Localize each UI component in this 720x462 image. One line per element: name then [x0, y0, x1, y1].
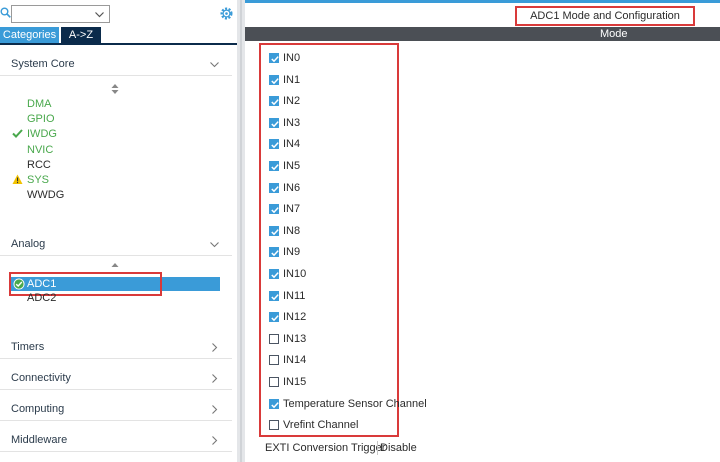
- chevron-right-icon: [212, 343, 218, 352]
- sidebar-item-wwdg[interactable]: WWDG: [27, 188, 64, 202]
- channel-label: IN13: [283, 332, 307, 345]
- search-icon[interactable]: [0, 7, 11, 18]
- checkbox-checked[interactable]: [269, 161, 279, 171]
- category-middleware[interactable]: Middleware: [0, 430, 232, 452]
- highlight-box: [259, 43, 399, 437]
- chevron-down-icon: [210, 242, 219, 248]
- checkbox-checked[interactable]: [269, 398, 279, 409]
- channel-label: IN12: [283, 311, 307, 324]
- chevron-down-icon[interactable]: [94, 9, 105, 20]
- channel-label: IN1: [283, 73, 301, 86]
- exti-trigger-select[interactable]: Disable: [377, 441, 720, 455]
- chevron-right-icon: [212, 436, 218, 445]
- channel-label: IN11: [283, 289, 306, 302]
- checkbox-unchecked[interactable]: [269, 355, 279, 366]
- category-label: Middleware: [11, 434, 68, 446]
- category-system-core[interactable]: System Core: [0, 54, 232, 76]
- splitter-line: [240, 0, 242, 462]
- checkbox-checked[interactable]: [269, 53, 279, 63]
- category-analog[interactable]: Analog: [0, 234, 232, 256]
- panel-splitter[interactable]: [237, 0, 245, 462]
- channel-label: IN8: [283, 224, 301, 237]
- sidebar-item-iwdg[interactable]: IWDG: [27, 127, 57, 141]
- checkbox-unchecked[interactable]: [269, 420, 279, 431]
- category-tabs: Categories A->Z: [0, 27, 237, 45]
- sort-icon[interactable]: [111, 84, 119, 94]
- mode-label: Mode: [600, 28, 628, 40]
- config-panel: ADC1 Mode and Configuration Mode IN0 IN1 I…: [245, 0, 720, 462]
- channel-label: IN7: [283, 203, 301, 216]
- checkbox-checked[interactable]: [269, 290, 279, 301]
- sidebar-item-dma[interactable]: DMA: [27, 97, 51, 111]
- checkbox-checked[interactable]: [269, 74, 279, 85]
- category-label: Connectivity: [11, 372, 71, 384]
- checkbox-unchecked[interactable]: [269, 377, 279, 387]
- channel-label: IN2: [283, 95, 301, 108]
- channel-label: Temperature Sensor Channel: [283, 397, 427, 410]
- checkbox-checked[interactable]: [269, 247, 279, 258]
- category-timers[interactable]: Timers: [0, 337, 232, 359]
- search-input[interactable]: [11, 5, 110, 23]
- gear-icon[interactable]: [219, 6, 234, 21]
- category-label: Timers: [11, 341, 45, 353]
- sidebar-item-adc2[interactable]: ADC2: [27, 292, 56, 304]
- checkbox-checked[interactable]: [269, 117, 279, 128]
- panel-title: ADC1 Mode and Configuration: [515, 6, 695, 26]
- checkbox-checked[interactable]: [269, 96, 279, 107]
- sidebar-item-gpio[interactable]: GPIO: [27, 112, 55, 126]
- category-computing[interactable]: Computing: [0, 399, 232, 421]
- checkbox-checked[interactable]: [269, 269, 279, 279]
- mode-section-header[interactable]: Mode: [245, 27, 720, 41]
- search-bar: [0, 0, 237, 27]
- chevron-right-icon: [212, 374, 218, 383]
- checkbox-checked[interactable]: [269, 312, 279, 323]
- checkbox-checked[interactable]: [269, 139, 279, 150]
- channel-label: IN9: [283, 246, 301, 259]
- tab-a-to-z[interactable]: A->Z: [61, 27, 101, 43]
- channel-label: Vrefint Channel: [283, 419, 359, 432]
- channel-label: IN0: [283, 52, 301, 64]
- category-label: Computing: [11, 403, 65, 415]
- checkmark-icon: [12, 129, 23, 138]
- warning-icon: [12, 174, 23, 184]
- checkbox-checked[interactable]: [269, 182, 279, 193]
- exti-trigger-label: EXTI Conversion Trigger: [265, 442, 386, 454]
- checkbox-checked[interactable]: [269, 204, 279, 215]
- category-label: Analog: [11, 238, 46, 250]
- accent-line: [245, 0, 720, 3]
- category-connectivity[interactable]: Connectivity: [0, 368, 232, 390]
- checkbox-unchecked[interactable]: [269, 333, 279, 344]
- channel-label: IN6: [283, 181, 301, 194]
- channel-label: IN5: [283, 160, 301, 172]
- left-panel: Categories A->Z System Core DMA GPIO IWD…: [0, 0, 237, 462]
- channel-label: IN15: [283, 376, 307, 388]
- channel-label: IN3: [283, 116, 301, 129]
- channel-label: IN10: [283, 268, 307, 280]
- sidebar-item-sys[interactable]: SYS: [27, 173, 49, 187]
- category-label: System Core: [11, 58, 75, 70]
- chevron-down-icon: [210, 62, 219, 68]
- checkbox-checked[interactable]: [269, 225, 279, 236]
- sidebar-item-rcc[interactable]: RCC: [27, 158, 51, 172]
- channel-label: IN4: [283, 138, 301, 151]
- chevron-right-icon: [212, 405, 218, 414]
- sidebar-item-nvic[interactable]: NVIC: [27, 143, 53, 157]
- tab-categories[interactable]: Categories: [0, 27, 59, 43]
- channel-label: IN14: [283, 354, 307, 367]
